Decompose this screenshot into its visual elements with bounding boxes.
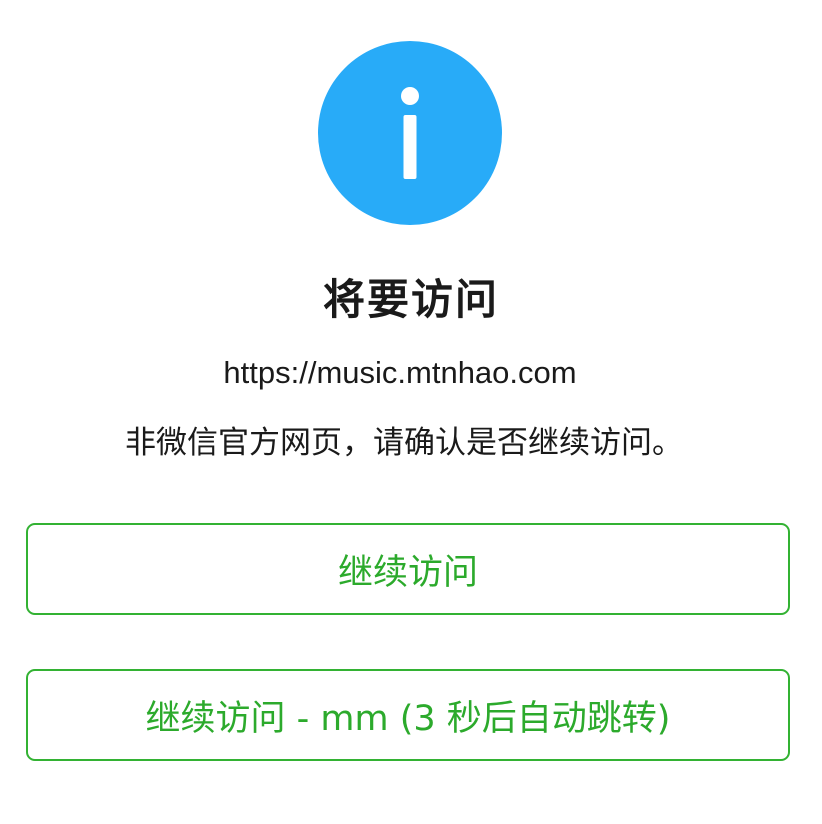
continue-button[interactable]: 继续访问 [26,523,790,615]
continue-button-label: 继续访问 [337,552,478,593]
target-url: https://music.mtnhao.com [223,355,577,390]
info-icon [318,41,502,225]
auto-redirect-button-label: 继续访问 - mm (3 秒后自动跳转) [145,698,671,739]
redirect-warning-page: 将要访问 https://music.mtnhao.com 非微信官方网页，请确… [0,0,822,824]
auto-redirect-button[interactable]: 继续访问 - mm (3 秒后自动跳转) [26,669,790,761]
warning-message: 非微信官方网页，请确认是否继续访问。 [125,425,683,461]
page-title: 将要访问 [322,275,499,324]
